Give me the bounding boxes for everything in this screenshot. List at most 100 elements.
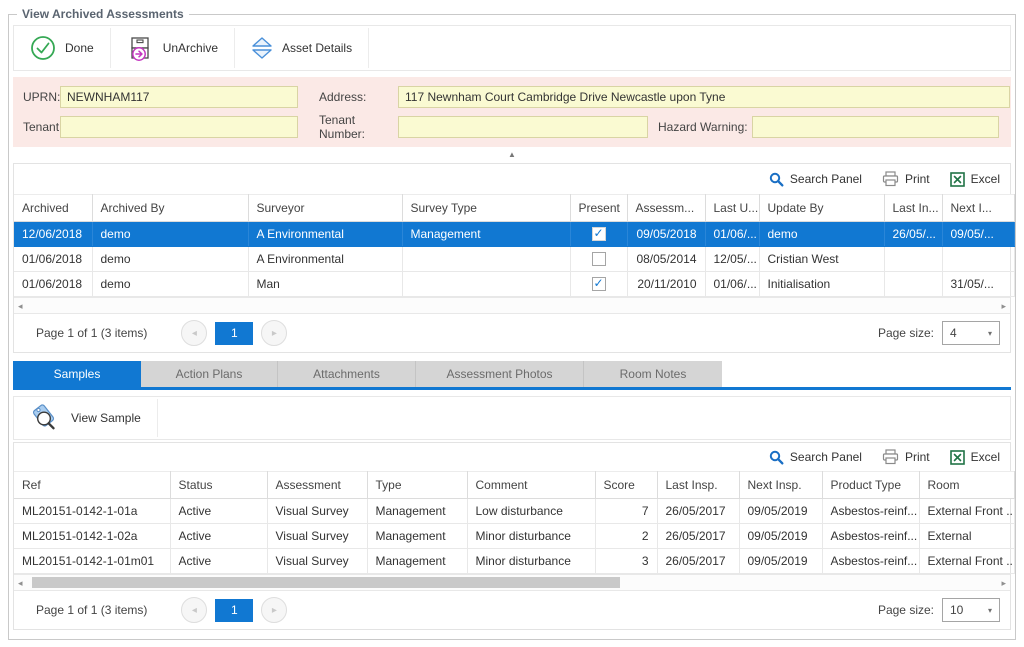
cell-comment: Minor disturbance xyxy=(467,549,595,574)
column-header-last-update[interactable]: Last U... xyxy=(705,195,759,222)
assessment-row[interactable]: 12/06/2018 demo A Environmental Manageme… xyxy=(14,222,1014,247)
sample-row[interactable]: ML20151-0142-1-02a Active Visual Survey … xyxy=(14,524,1014,549)
pager-prev-button[interactable]: ◂ xyxy=(181,320,207,346)
column-header-assessment[interactable]: Assessment xyxy=(267,472,367,499)
column-header-next-insp[interactable]: Next Insp. xyxy=(739,472,822,499)
tab-assessment-photos[interactable]: Assessment Photos xyxy=(416,361,584,387)
cell-update-by: Initialisation xyxy=(759,272,884,297)
present-checkbox[interactable] xyxy=(592,227,606,241)
tenant-input[interactable] xyxy=(60,116,298,138)
pager-page-button[interactable]: 1 xyxy=(215,599,253,622)
column-header-archived-by[interactable]: Archived By xyxy=(92,195,248,222)
cell-last-insp xyxy=(884,272,942,297)
cell-last-insp: 26/05/2017 xyxy=(657,549,739,574)
page-size-value: 10 xyxy=(950,603,963,617)
present-checkbox[interactable] xyxy=(592,277,606,291)
assessment-row[interactable]: 01/06/2018 demo Man 20/11/2010 01/06/...… xyxy=(14,272,1014,297)
cell-ref: ML20151-0142-1-01a xyxy=(14,499,170,524)
search-icon xyxy=(769,450,784,465)
pager-next-button[interactable]: ▸ xyxy=(261,597,287,623)
present-checkbox[interactable] xyxy=(592,252,606,266)
cell-archived-by: demo xyxy=(92,272,248,297)
search-panel-button[interactable]: Search Panel xyxy=(769,450,862,465)
hazard-warning-input[interactable] xyxy=(752,116,999,138)
excel-export-button[interactable]: Excel xyxy=(950,172,1000,187)
assessment-row[interactable]: 01/06/2018 demo A Environmental 08/05/20… xyxy=(14,247,1014,272)
scroll-right-icon[interactable]: ▸ xyxy=(1001,577,1006,589)
done-button[interactable]: Done xyxy=(14,26,110,70)
column-header-next-insp[interactable]: Next I... xyxy=(942,195,1014,222)
cell-score: 2 xyxy=(595,524,657,549)
cell-assessment-date: 08/05/2014 xyxy=(627,247,705,272)
column-header-product-type[interactable]: Product Type xyxy=(822,472,919,499)
column-header-survey-type[interactable]: Survey Type xyxy=(402,195,570,222)
cell-assessment: Visual Survey xyxy=(267,499,367,524)
print-label: Print xyxy=(905,450,930,464)
toolbar-separator xyxy=(368,28,369,68)
search-panel-button[interactable]: Search Panel xyxy=(769,172,862,187)
cell-archived: 01/06/2018 xyxy=(14,272,92,297)
collapse-arrow-icon[interactable]: ▲ xyxy=(508,150,516,159)
sample-row[interactable]: ML20151-0142-1-01m01 Active Visual Surve… xyxy=(14,549,1014,574)
collapse-splitter[interactable]: ▲ xyxy=(9,147,1015,161)
tag-magnifier-icon xyxy=(30,403,62,433)
column-header-score[interactable]: Score xyxy=(595,472,657,499)
pager-page-button[interactable]: 1 xyxy=(215,322,253,345)
column-header-update-by[interactable]: Update By xyxy=(759,195,884,222)
tab-action-plans[interactable]: Action Plans xyxy=(141,361,278,387)
print-label: Print xyxy=(905,172,930,186)
tenant-label: Tenant: xyxy=(13,120,60,134)
group-box-title: View Archived Assessments xyxy=(17,7,189,21)
address-input[interactable] xyxy=(398,86,1010,108)
scrollbar-thumb[interactable] xyxy=(32,577,620,588)
print-button[interactable]: Print xyxy=(882,449,930,465)
pager-next-button[interactable]: ▸ xyxy=(261,320,287,346)
uprn-input[interactable] xyxy=(60,86,298,108)
tab-room-notes[interactable]: Room Notes xyxy=(584,361,722,387)
cell-survey-type xyxy=(402,272,570,297)
cell-product-type: Asbestos-reinf... xyxy=(822,549,919,574)
horizontal-scrollbar[interactable]: ◂ ▸ xyxy=(14,297,1010,313)
scroll-left-icon[interactable]: ◂ xyxy=(18,577,23,589)
tab-attachments[interactable]: Attachments xyxy=(278,361,416,387)
address-label: Address: xyxy=(313,90,398,104)
page-size-dropdown[interactable]: 10 ▾ xyxy=(942,598,1000,622)
cell-room: External Front .. xyxy=(919,549,1014,574)
column-header-ref[interactable]: Ref xyxy=(14,472,170,499)
excel-export-button[interactable]: Excel xyxy=(950,450,1000,465)
column-header-archived[interactable]: Archived xyxy=(14,195,92,222)
cell-last-insp: 26/05/... xyxy=(884,222,942,247)
column-header-type[interactable]: Type xyxy=(367,472,467,499)
column-header-room[interactable]: Room xyxy=(919,472,1014,499)
scroll-left-icon[interactable]: ◂ xyxy=(18,300,23,312)
cell-type: Management xyxy=(367,524,467,549)
view-sample-button[interactable]: View Sample xyxy=(14,397,157,439)
column-header-assessment-date[interactable]: Assessm... xyxy=(627,195,705,222)
page-size-dropdown[interactable]: 4 ▾ xyxy=(942,321,1000,345)
printer-icon xyxy=(882,449,899,465)
scroll-right-icon[interactable]: ▸ xyxy=(1001,300,1006,312)
column-header-present[interactable]: Present xyxy=(570,195,627,222)
group-box: View Archived Assessments Done UnArchive xyxy=(8,14,1016,640)
sample-row[interactable]: ML20151-0142-1-01a Active Visual Survey … xyxy=(14,499,1014,524)
pager-prev-button[interactable]: ◂ xyxy=(181,597,207,623)
cell-type: Management xyxy=(367,499,467,524)
column-header-status[interactable]: Status xyxy=(170,472,267,499)
cell-update-by: demo xyxy=(759,222,884,247)
horizontal-scrollbar[interactable]: ◂ ▸ xyxy=(14,574,1010,590)
print-button[interactable]: Print xyxy=(882,171,930,187)
cell-last-insp xyxy=(884,247,942,272)
unarchive-button[interactable]: UnArchive xyxy=(111,26,234,70)
tenant-number-input[interactable] xyxy=(398,116,648,138)
tab-samples[interactable]: Samples xyxy=(13,361,141,387)
column-header-comment[interactable]: Comment xyxy=(467,472,595,499)
column-header-last-insp[interactable]: Last In... xyxy=(884,195,942,222)
excel-icon xyxy=(950,450,965,465)
column-header-surveyor[interactable]: Surveyor xyxy=(248,195,402,222)
samples-pager: Page 1 of 1 (3 items) ◂ 1 ▸ Page size: 1… xyxy=(14,590,1010,629)
column-header-last-insp[interactable]: Last Insp. xyxy=(657,472,739,499)
cell-type: Management xyxy=(367,549,467,574)
asset-details-button[interactable]: Asset Details xyxy=(235,26,368,70)
cell-status: Active xyxy=(170,524,267,549)
assessments-header-row: Archived Archived By Surveyor Survey Typ… xyxy=(14,195,1014,222)
